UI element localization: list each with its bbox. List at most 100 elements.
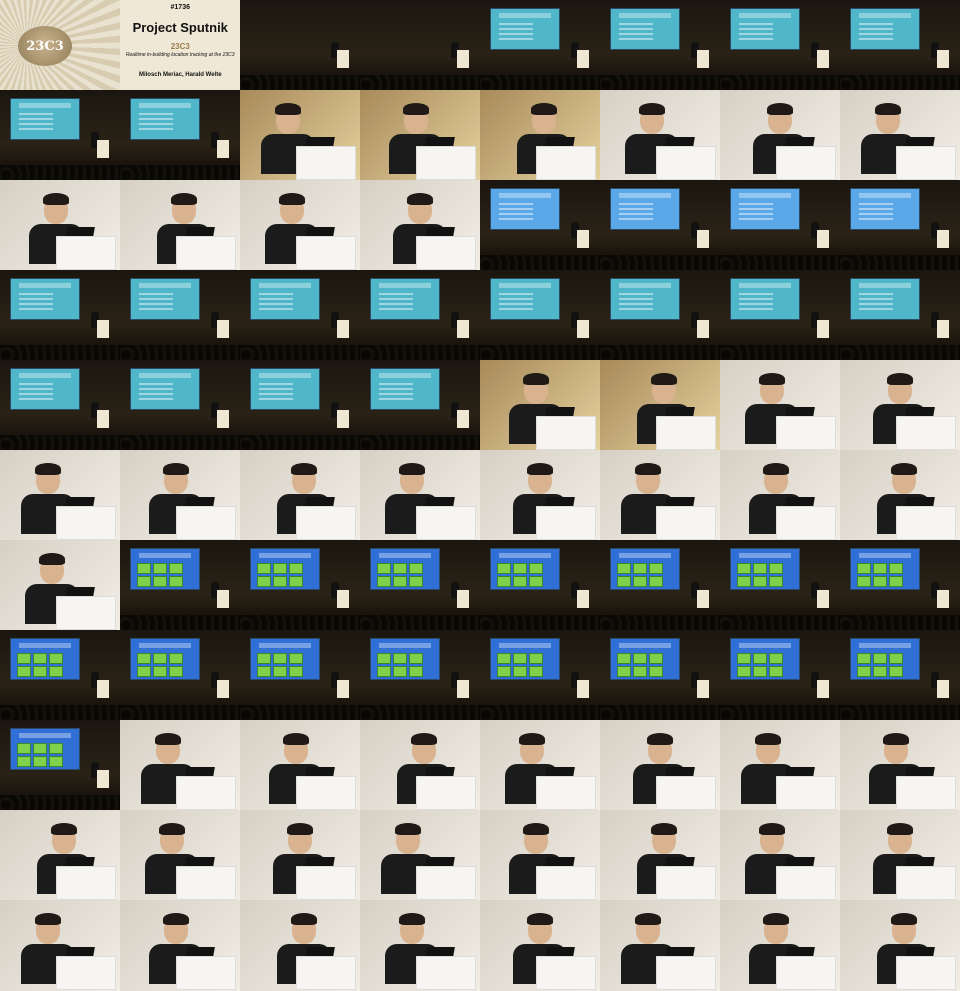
diagram-box <box>769 666 783 677</box>
diagram-box <box>169 576 183 587</box>
slide-text-line <box>499 213 533 215</box>
diagram-box <box>137 653 151 664</box>
podium <box>576 320 589 338</box>
podium <box>696 320 709 338</box>
audience <box>720 344 841 361</box>
speaker-closeup-thumbnail <box>240 810 361 901</box>
audience <box>240 344 361 361</box>
podium <box>56 506 116 540</box>
projection-screen <box>730 278 800 320</box>
diagram-box <box>513 653 527 664</box>
diagram-box <box>257 666 271 677</box>
podium <box>296 956 356 990</box>
diagram-box <box>633 653 647 664</box>
diagram-box <box>289 563 303 574</box>
podium <box>816 320 829 338</box>
audience <box>0 704 121 721</box>
podium <box>576 590 589 608</box>
speaker-closeup-thumbnail <box>240 900 361 991</box>
slide-text-line <box>619 213 653 215</box>
audience <box>600 74 721 91</box>
podium <box>896 146 956 180</box>
slide-title-bar <box>739 13 791 18</box>
slide-text-line <box>259 388 293 390</box>
slide-text-line <box>619 218 653 220</box>
diagram-box <box>753 576 767 587</box>
slide-title-bar <box>259 283 311 288</box>
audience <box>240 434 361 451</box>
diagram-box <box>153 653 167 664</box>
podium <box>656 506 716 540</box>
speaker-closeup-thumbnail <box>360 720 481 811</box>
projection-screen <box>370 278 440 320</box>
speaker-closeup-thumbnail <box>120 450 241 541</box>
podium <box>536 506 596 540</box>
slide-text-line <box>859 28 893 30</box>
speaker-hair <box>639 103 665 115</box>
podium <box>936 230 949 248</box>
podium <box>296 506 356 540</box>
slide-text-line <box>19 298 53 300</box>
diagram-box <box>529 666 543 677</box>
slide-text-line <box>499 208 533 210</box>
podium <box>296 776 356 810</box>
diagram-box <box>289 576 303 587</box>
podium <box>696 680 709 698</box>
slide-text-line <box>859 213 893 215</box>
slide-text-line <box>499 28 533 30</box>
diagram-box <box>649 653 663 664</box>
stage-thumbnail <box>600 630 721 721</box>
slide-text-line <box>739 303 773 305</box>
diagram-box <box>409 666 423 677</box>
stage-thumbnail <box>360 360 481 451</box>
podium <box>336 320 349 338</box>
projection-screen <box>10 278 80 320</box>
slide-text-line <box>859 298 893 300</box>
slide-title-bar <box>379 373 431 378</box>
slide-title-bar <box>499 283 551 288</box>
slide-text-line <box>19 118 53 120</box>
slide-text-line <box>739 213 773 215</box>
slide-text-line <box>139 393 173 395</box>
stage-thumbnail <box>240 270 361 361</box>
podium <box>576 50 589 68</box>
audience <box>120 344 241 361</box>
stage-thumbnail <box>720 540 841 631</box>
stage-thumbnail <box>480 540 601 631</box>
speaker-closeup-thumbnail <box>120 810 241 901</box>
projection-screen <box>490 188 560 230</box>
diagram-box <box>737 563 751 574</box>
slide-text-line <box>619 23 653 25</box>
audience <box>480 704 601 721</box>
speaker-closeup-thumbnail <box>0 450 121 541</box>
slide-text-line <box>19 293 53 295</box>
diagram-box <box>633 666 647 677</box>
speaker-hair <box>635 463 661 475</box>
speaker-hair <box>407 193 433 205</box>
stage-thumbnail <box>240 360 361 451</box>
speaker-closeup-thumbnail <box>480 810 601 901</box>
audience <box>360 74 481 91</box>
speaker-closeup-thumbnail <box>240 720 361 811</box>
projection-screen <box>850 278 920 320</box>
slide-title-bar <box>859 283 911 288</box>
podium <box>336 680 349 698</box>
slide-title-bar <box>139 283 191 288</box>
diagram-box <box>17 756 31 767</box>
slide-text-line <box>259 393 293 395</box>
projection-screen <box>850 188 920 230</box>
diagram-box <box>49 756 63 767</box>
slide-text-line <box>739 293 773 295</box>
diagram-box <box>737 666 751 677</box>
speaker-hair <box>163 463 189 475</box>
slide-title-bar <box>499 13 551 18</box>
slide-text-line <box>499 218 533 220</box>
slide-title-bar <box>619 553 671 558</box>
slide-text-line <box>259 308 293 310</box>
slide-text-line <box>139 383 173 385</box>
audience <box>600 344 721 361</box>
diagram-box <box>649 576 663 587</box>
speaker-closeup-thumbnail <box>840 900 960 991</box>
slide-text-line <box>619 298 653 300</box>
diagram-box <box>617 653 631 664</box>
